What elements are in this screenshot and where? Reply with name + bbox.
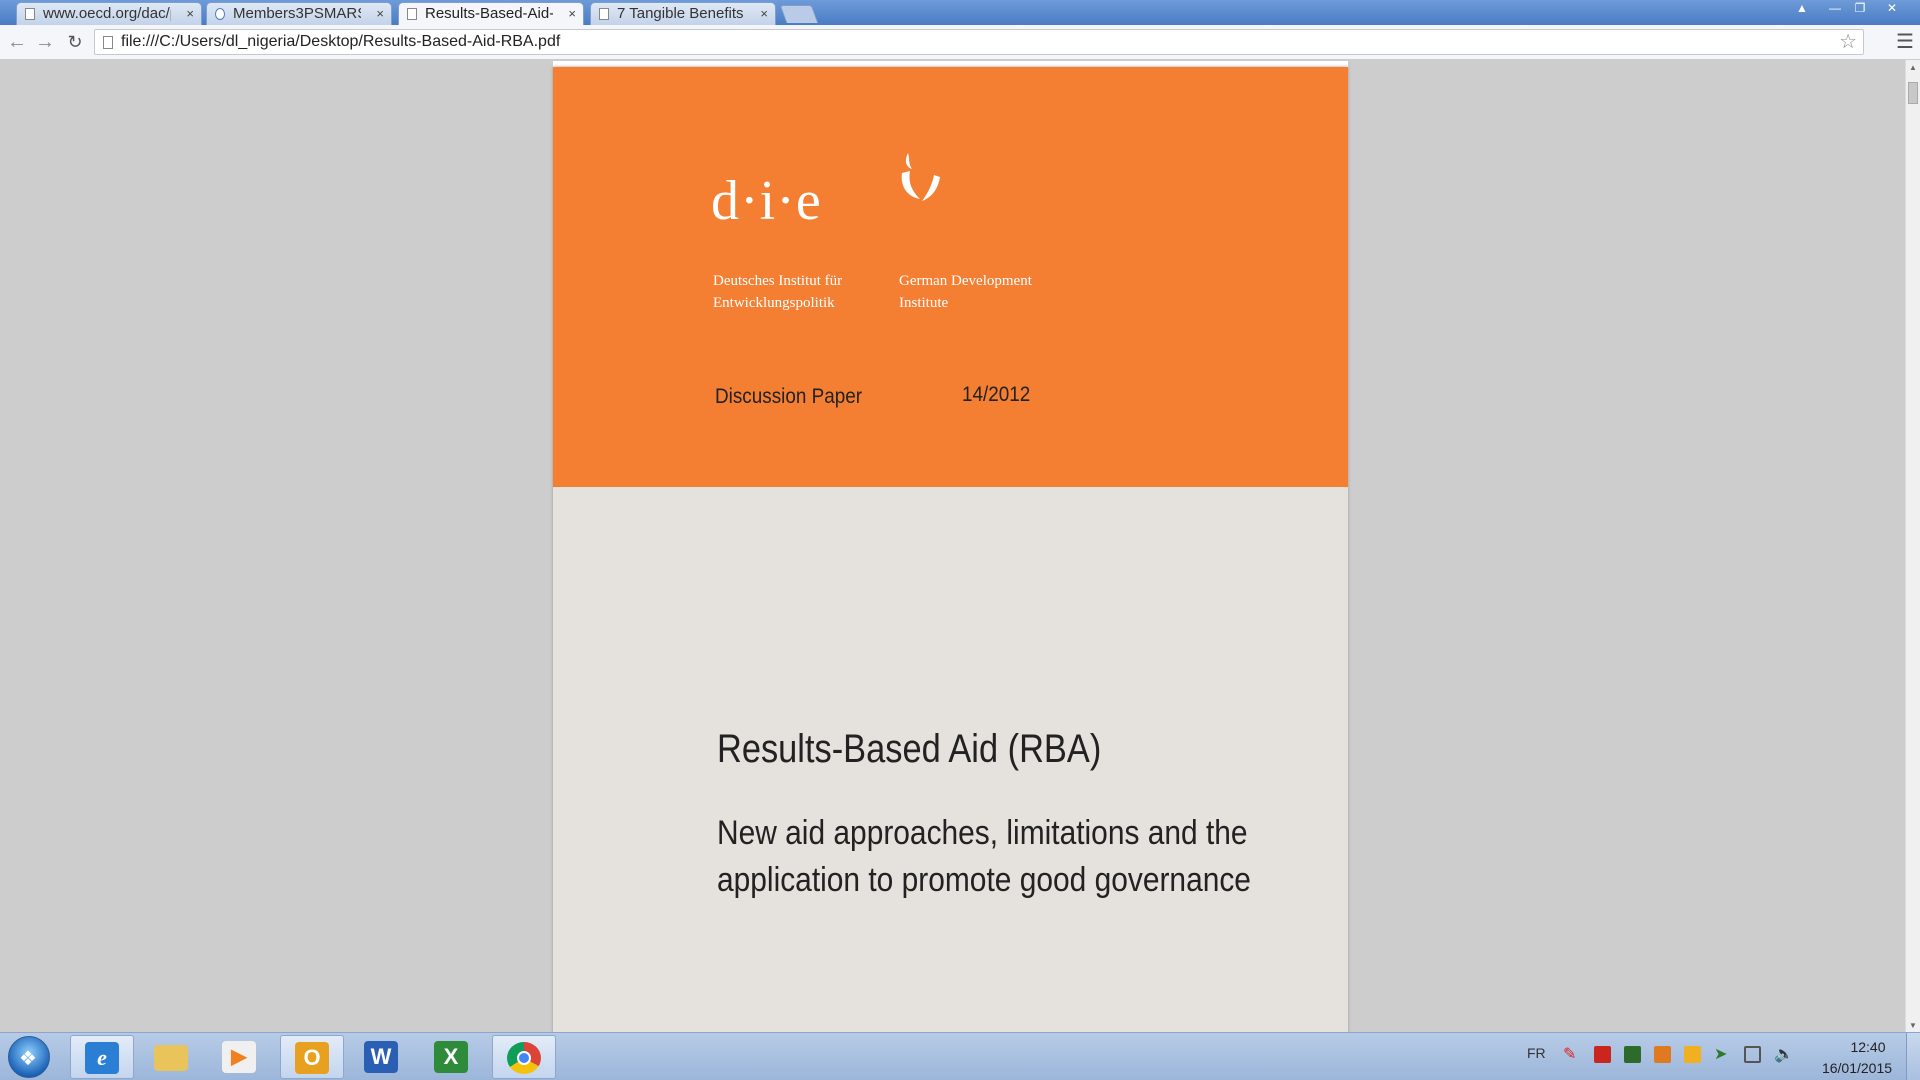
minimize-icon[interactable]: —	[1823, 0, 1847, 18]
restore-icon[interactable]: ❐	[1848, 0, 1872, 18]
clock-time[interactable]: 12:40	[1838, 1039, 1898, 1055]
forward-icon[interactable]: →	[34, 31, 56, 53]
update-icon[interactable]	[1654, 1046, 1671, 1063]
file-explorer-icon[interactable]	[140, 1035, 204, 1079]
pdf-viewer[interactable]: d·i·e Deutsches Institut für Entwicklung…	[0, 60, 1905, 1032]
url-text[interactable]: file:///C:/Users/dl_nigeria/Desktop/Resu…	[121, 33, 560, 51]
taskbar: ❖ e ▶ O W X FR ✎ ➤ 🔈 12:40 16/01/2015	[0, 1032, 1920, 1080]
volume-icon[interactable]: 🔈	[1774, 1046, 1794, 1063]
institute-en-line: Institute	[899, 295, 949, 311]
tab-oecd[interactable]: www.oecd.org/dac/p ×	[16, 2, 202, 25]
network-icon[interactable]	[1744, 1046, 1761, 1063]
tab-results-based-aid[interactable]: Results-Based-Aid-R ×	[398, 2, 584, 26]
document-subtitle: New aid approaches, limitations and the …	[717, 810, 1251, 904]
address-bar[interactable]: file:///C:/Users/dl_nigeria/Desktop/Resu…	[94, 29, 1864, 55]
page-icon	[215, 8, 225, 20]
flag-icon[interactable]: ➤	[1714, 1046, 1731, 1063]
close-window-icon[interactable]: ✕	[1880, 0, 1904, 18]
cover-banner: d·i·e Deutsches Institut für Entwicklung…	[553, 67, 1348, 487]
series-label: Discussion Paper	[715, 385, 863, 408]
windows-logo-icon: ❖	[19, 1048, 37, 1070]
page-icon	[599, 8, 609, 20]
tab-title: 7 Tangible Benefits o	[617, 5, 745, 22]
excel-icon[interactable]: X	[420, 1035, 484, 1079]
new-tab-button[interactable]	[779, 5, 819, 23]
institute-de-line: Entwicklungspolitik	[713, 295, 835, 311]
browser-toolbar: ← → ↻ file:///C:/Users/dl_nigeria/Deskto…	[0, 25, 1920, 60]
tab-close-icon[interactable]: ×	[186, 3, 194, 25]
subtitle-line: New aid approaches, limitations and the	[717, 814, 1248, 852]
tab-members3psmars[interactable]: Members3PSMARS ×	[206, 2, 392, 25]
page-icon	[25, 8, 35, 20]
tab-title: Results-Based-Aid-R	[425, 5, 553, 22]
bookmark-star-icon[interactable]: ☆	[1839, 30, 1857, 54]
pdf-page: d·i·e Deutsches Institut für Entwicklung…	[553, 67, 1348, 1032]
institute-name-en: German Development Institute	[899, 270, 1032, 314]
vertical-scrollbar[interactable]: ▲ ▼	[1905, 60, 1920, 1032]
page-icon	[407, 8, 417, 20]
die-logo: d·i·e	[711, 170, 822, 232]
office-upload-icon[interactable]	[1684, 1046, 1701, 1063]
outlook-icon[interactable]: O	[280, 1035, 344, 1079]
page-icon	[103, 36, 113, 49]
paper-number: 14/2012	[962, 383, 1031, 406]
institute-en-line: German Development	[899, 273, 1032, 289]
tab-strip: www.oecd.org/dac/p × Members3PSMARS × Re…	[0, 0, 1920, 26]
scroll-up-icon[interactable]: ▲	[1909, 63, 1917, 72]
profile-icon[interactable]: ▲	[1790, 0, 1814, 18]
language-indicator[interactable]: FR	[1527, 1045, 1546, 1061]
tab-title: www.oecd.org/dac/p	[43, 5, 171, 22]
nvidia-icon[interactable]	[1624, 1046, 1641, 1063]
scroll-down-icon[interactable]: ▼	[1909, 1021, 1917, 1030]
start-button[interactable]: ❖	[8, 1036, 50, 1078]
tab-tangible-benefits[interactable]: 7 Tangible Benefits o ×	[590, 2, 776, 25]
tab-close-icon[interactable]: ×	[376, 3, 384, 25]
show-desktop-button[interactable]	[1906, 1033, 1920, 1080]
back-icon[interactable]: ←	[6, 31, 28, 53]
word-icon[interactable]: W	[350, 1035, 414, 1079]
tab-close-icon[interactable]: ×	[568, 3, 576, 25]
acrobat-icon[interactable]	[1594, 1046, 1611, 1063]
chrome-icon[interactable]	[492, 1035, 556, 1079]
pin-icon[interactable]: ✎	[1563, 1046, 1580, 1063]
subtitle-line: application to promote good governance	[717, 861, 1251, 899]
reload-icon[interactable]: ↻	[64, 31, 86, 53]
tab-close-icon[interactable]: ×	[760, 3, 768, 25]
tab-title: Members3PSMARS	[233, 5, 361, 22]
menu-icon[interactable]: ☰	[1896, 31, 1914, 53]
institute-name-de: Deutsches Institut für Entwicklungspolit…	[713, 270, 842, 314]
institute-de-line: Deutsches Institut für	[713, 273, 843, 289]
clock-date[interactable]: 16/01/2015	[1812, 1060, 1902, 1076]
document-title: Results-Based Aid (RBA)	[717, 727, 1102, 771]
internet-explorer-icon[interactable]: e	[70, 1035, 134, 1079]
scroll-thumb[interactable]	[1908, 82, 1918, 104]
bird-logo-icon	[901, 153, 940, 201]
media-player-icon[interactable]: ▶	[208, 1035, 272, 1079]
